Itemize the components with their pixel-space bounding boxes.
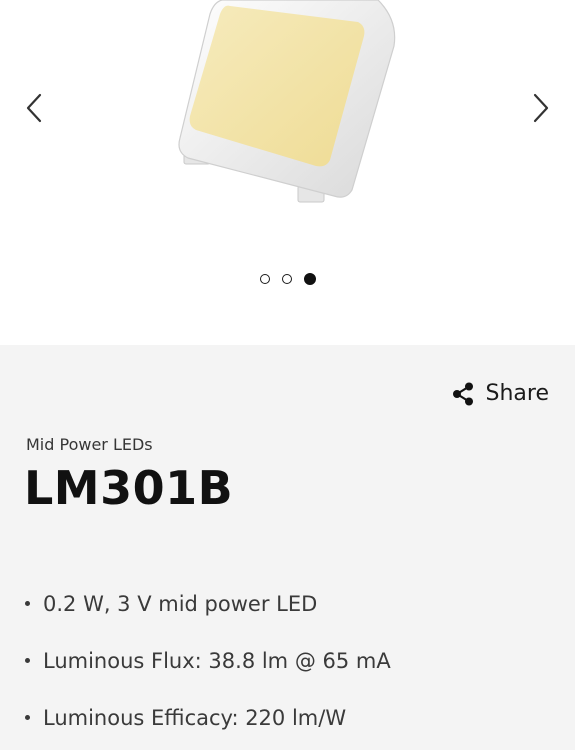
chevron-right-icon	[533, 93, 549, 123]
share-button[interactable]: Share	[452, 381, 550, 406]
carousel-prev-button[interactable]	[16, 88, 52, 128]
bullet-icon	[25, 601, 30, 606]
feature-item: 0.2 W, 3 V mid power LED	[20, 575, 391, 632]
bullet-icon	[25, 715, 30, 720]
chevron-left-icon	[26, 93, 42, 123]
feature-list: 0.2 W, 3 V mid power LED Luminous Flux: …	[20, 575, 391, 746]
feature-item: Luminous Efficacy: 220 lm/W	[20, 689, 391, 746]
carousel-dot-2[interactable]	[281, 274, 292, 284]
feature-text: Luminous Flux: 38.8 lm @ 65 mA	[43, 648, 391, 673]
carousel-dot-1[interactable]	[259, 274, 270, 284]
share-icon	[452, 382, 473, 405]
share-label: Share	[485, 381, 550, 406]
product-image-carousel	[0, 0, 575, 345]
feature-item: Luminous Flux: 38.8 lm @ 65 mA	[20, 632, 391, 689]
product-info-panel: Share Mid Power LEDs LM301B 0.2 W, 3 V m…	[0, 345, 575, 750]
carousel-dot-3-active[interactable]	[303, 273, 316, 285]
led-product-image	[178, 0, 396, 203]
product-title: LM301B	[24, 461, 234, 515]
feature-text: 0.2 W, 3 V mid power LED	[43, 591, 318, 616]
carousel-pagination	[0, 273, 575, 285]
product-category: Mid Power LEDs	[26, 435, 153, 454]
bullet-icon	[25, 658, 30, 663]
carousel-next-button[interactable]	[523, 88, 559, 128]
feature-text: Luminous Efficacy: 220 lm/W	[43, 705, 347, 730]
